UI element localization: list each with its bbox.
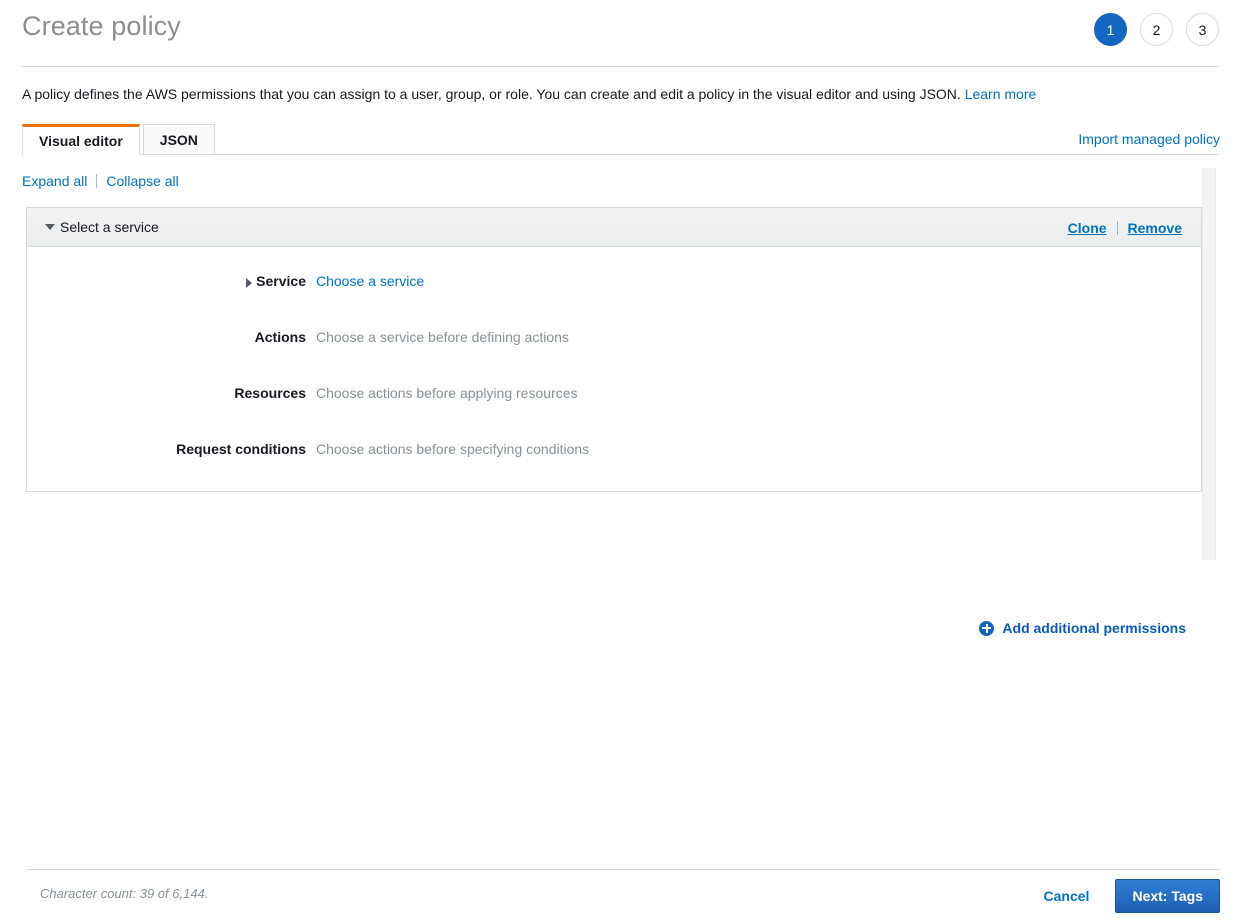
resources-label: Resources xyxy=(27,383,316,403)
intro-text: A policy defines the AWS permissions tha… xyxy=(22,85,1036,104)
permission-block-actions: Clone Remove xyxy=(1068,220,1182,236)
request-conditions-label: Request conditions xyxy=(27,439,316,459)
field-row-service: Service Choose a service xyxy=(27,271,1201,291)
learn-more-link[interactable]: Learn more xyxy=(965,86,1037,102)
cancel-button[interactable]: Cancel xyxy=(1036,882,1098,910)
step-indicator-3[interactable]: 3 xyxy=(1186,13,1219,46)
step-indicator: 1 2 3 xyxy=(1094,13,1219,46)
chevron-down-icon[interactable] xyxy=(45,224,55,230)
tab-json[interactable]: JSON xyxy=(143,124,215,155)
editor-tabs: Visual editor JSON xyxy=(22,124,215,155)
service-label: Service xyxy=(256,273,306,289)
expand-collapse-divider xyxy=(96,174,97,188)
page-footer: Character count: 39 of 6,144. Cancel Nex… xyxy=(26,869,1220,919)
footer-actions: Cancel Next: Tags xyxy=(1036,879,1220,913)
create-policy-page: Create policy 1 2 3 A policy defines the… xyxy=(0,0,1239,923)
header-divider xyxy=(22,66,1218,67)
import-managed-policy-link[interactable]: Import managed policy xyxy=(1078,131,1220,147)
intro-description: A policy defines the AWS permissions tha… xyxy=(22,86,961,102)
add-additional-permissions-label: Add additional permissions xyxy=(1002,620,1186,636)
collapse-all-link[interactable]: Collapse all xyxy=(106,173,178,189)
step-indicator-2[interactable]: 2 xyxy=(1140,13,1173,46)
actions-divider xyxy=(1117,221,1118,235)
expand-all-link[interactable]: Expand all xyxy=(22,173,87,189)
expand-collapse-controls: Expand all Collapse all xyxy=(22,173,179,189)
page-header: Create policy 1 2 3 xyxy=(0,0,1239,67)
request-conditions-placeholder: Choose actions before specifying conditi… xyxy=(316,439,589,459)
step-indicator-1[interactable]: 1 xyxy=(1094,13,1127,46)
field-row-request-conditions: Request conditions Choose actions before… xyxy=(27,439,1201,459)
clone-link[interactable]: Clone xyxy=(1068,220,1107,236)
chevron-right-icon[interactable] xyxy=(246,278,252,288)
permission-block-header: Select a service Clone Remove xyxy=(27,208,1201,247)
service-label-wrap: Service xyxy=(27,271,316,291)
remove-link[interactable]: Remove xyxy=(1128,220,1182,236)
permission-block-body: Service Choose a service Actions Choose … xyxy=(27,247,1201,491)
resources-placeholder: Choose actions before applying resources xyxy=(316,383,578,403)
actions-label: Actions xyxy=(27,327,316,347)
field-row-resources: Resources Choose actions before applying… xyxy=(27,383,1201,403)
permission-block-title: Select a service xyxy=(60,219,159,235)
tab-visual-editor[interactable]: Visual editor xyxy=(22,124,140,155)
plus-circle-icon xyxy=(979,621,994,636)
page-title: Create policy xyxy=(22,9,181,43)
vertical-scrollbar[interactable] xyxy=(1202,168,1216,560)
add-additional-permissions-button[interactable]: Add additional permissions xyxy=(979,620,1186,636)
next-tags-button[interactable]: Next: Tags xyxy=(1115,879,1220,913)
visual-editor-area: Expand all Collapse all Select a service… xyxy=(0,155,1239,855)
choose-a-service-link[interactable]: Choose a service xyxy=(316,273,424,289)
actions-placeholder: Choose a service before defining actions xyxy=(316,327,569,347)
permission-block: Select a service Clone Remove Service Ch… xyxy=(26,207,1202,492)
service-value: Choose a service xyxy=(316,271,424,291)
editor-tabs-row: Visual editor JSON Import managed policy xyxy=(0,124,1239,155)
field-row-actions: Actions Choose a service before defining… xyxy=(27,327,1201,347)
character-count: Character count: 39 of 6,144. xyxy=(40,886,208,901)
